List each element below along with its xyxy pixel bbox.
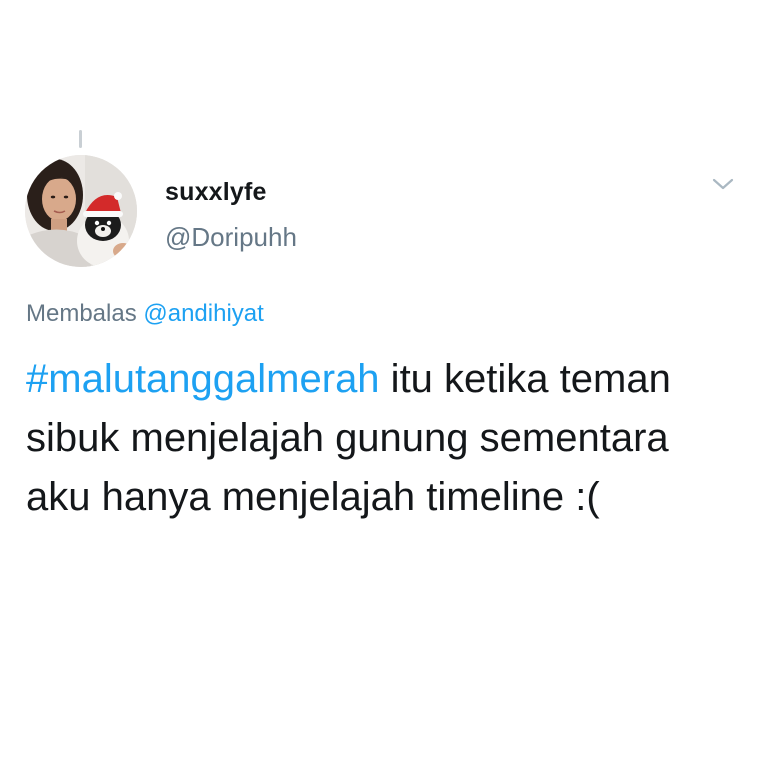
user-handle[interactable]: @Doripuhh	[165, 222, 297, 253]
avatar[interactable]	[25, 155, 137, 267]
reply-mention-link[interactable]: @andihiyat	[143, 300, 263, 327]
reply-prefix: Membalas	[26, 300, 144, 327]
thread-connector-line	[79, 130, 82, 148]
tweet-text: #malutanggalmerah itu ketika teman sibuk…	[26, 350, 726, 527]
avatar-photo	[25, 155, 137, 267]
reply-context: Membalas @andihiyat	[26, 300, 264, 328]
hashtag-link[interactable]: #malutanggalmerah	[26, 357, 380, 401]
display-name[interactable]: suxxlyfe	[165, 178, 267, 207]
chevron-down-icon[interactable]	[710, 174, 736, 194]
